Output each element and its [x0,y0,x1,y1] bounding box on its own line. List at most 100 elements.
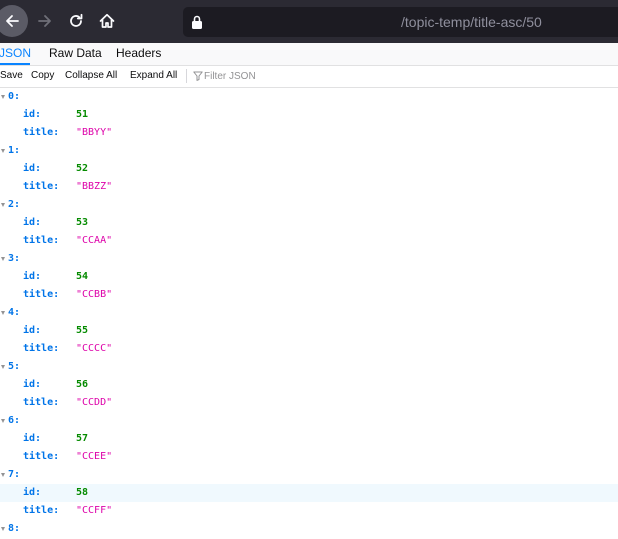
id-value: 53 [76,217,89,228]
browser-toolbar: /topic-temp/title-asc/50 [0,0,618,43]
tree-row-id[interactable]: id: 52 [0,160,618,178]
tree-row-index[interactable]: 5: [0,358,618,376]
tree-row-index[interactable]: 6: [0,412,618,430]
tree-row-id[interactable]: id: 54 [0,268,618,286]
id-value: 58 [76,487,89,498]
key-label: title: [23,235,60,246]
key-label: title: [23,397,60,408]
expand-toggle-icon[interactable] [1,304,7,322]
filter-icon [193,71,203,81]
tree-row-title[interactable]: title: "CCBB" [0,286,618,304]
tree-row-index[interactable]: 7: [0,466,618,484]
id-value: 55 [76,325,89,336]
expand-toggle-icon[interactable] [1,88,7,106]
title-value: "BBZZ" [76,181,113,192]
title-value: "CCBB" [76,289,113,300]
home-button[interactable] [92,6,122,36]
tree-row-title[interactable]: title: "BBYY" [0,124,618,142]
key-label: title: [23,343,60,354]
tab-json[interactable]: JSON [0,43,31,65]
toolbar-divider [186,69,187,83]
tree-row-index[interactable]: 3: [0,250,618,268]
tree-row-index[interactable]: 2: [0,196,618,214]
array-index: 5: [8,361,21,372]
copy-button[interactable]: Copy [31,66,54,87]
expand-toggle-icon[interactable] [1,412,7,430]
id-value: 51 [76,109,89,120]
expand-toggle-icon[interactable] [1,196,7,214]
tree-row-index[interactable]: 1: [0,142,618,160]
array-index: 2: [8,199,21,210]
key-label: title: [23,181,60,192]
address-bar[interactable]: /topic-temp/title-asc/50 [183,7,618,37]
id-value: 52 [76,163,89,174]
tree-row-id[interactable]: id: 51 [0,106,618,124]
tree-row-title[interactable]: title: "CCCC" [0,340,618,358]
key-label: id: [23,487,42,498]
array-index: 8: [8,523,21,534]
forward-button[interactable] [30,6,60,36]
array-index: 1: [8,145,21,156]
tree-row-id[interactable]: id: 55 [0,322,618,340]
tree-row-title[interactable]: title: "CCDD" [0,394,618,412]
array-index: 7: [8,469,21,480]
key-label: id: [23,163,42,174]
title-value: "CCAA" [76,235,113,246]
key-label: id: [23,325,42,336]
back-button[interactable] [0,5,28,37]
expand-toggle-icon[interactable] [1,520,7,538]
tree-row-title[interactable]: title: "CCAA" [0,232,618,250]
array-index: 4: [8,307,21,318]
tab-headers[interactable]: Headers [116,43,161,65]
expand-toggle-icon[interactable] [1,466,7,484]
save-button[interactable]: Save [0,66,23,87]
id-value: 57 [76,433,89,444]
title-value: "CCFF" [76,505,113,516]
tree-row-title[interactable]: title: "CCEE" [0,448,618,466]
expand-toggle-icon[interactable] [1,358,7,376]
title-value: "CCCC" [76,343,113,354]
expand-toggle-icon[interactable] [1,142,7,160]
url-text[interactable]: /topic-temp/title-asc/50 [401,14,542,30]
array-index: 6: [8,415,21,426]
arrow-right-icon [38,15,51,27]
arrow-left-icon [6,15,19,27]
tab-raw-data[interactable]: Raw Data [49,43,102,65]
key-label: id: [23,379,42,390]
title-value: "BBYY" [76,127,113,138]
array-index: 0: [8,91,21,102]
filter-json-input[interactable] [204,69,344,83]
key-label: title: [23,289,60,300]
key-label: title: [23,127,60,138]
key-label: id: [23,217,42,228]
key-label: id: [23,271,42,282]
title-value: "CCEE" [76,451,113,462]
key-label: title: [23,505,60,516]
viewer-tabs: JSON Raw Data Headers [0,43,618,66]
json-tree: 0: id: 51 title: "BBYY" 1: id: 52 title: "BB… [0,88,618,538]
tree-row-index[interactable]: 0: [0,88,618,106]
tree-row-index[interactable]: 4: [0,304,618,322]
array-index: 3: [8,253,21,264]
tree-row-id[interactable]: id: 53 [0,214,618,232]
key-label: id: [23,109,42,120]
tree-row-id-highlighted[interactable]: id: 58 [0,484,618,502]
tree-row-title[interactable]: title: "CCFF" [0,502,618,520]
tree-row-id[interactable]: id: 57 [0,430,618,448]
expand-all-button[interactable]: Expand All [130,66,177,87]
home-icon [99,13,115,28]
collapse-all-button[interactable]: Collapse All [65,66,117,87]
key-label: id: [23,433,42,444]
tree-row-id[interactable]: id: 56 [0,376,618,394]
key-label: title: [23,451,60,462]
reload-icon [70,13,83,27]
tree-row-index[interactable]: 8: [0,520,618,538]
tree-row-title[interactable]: title: "BBZZ" [0,178,618,196]
title-value: "CCDD" [76,397,113,408]
id-value: 54 [76,271,89,282]
lock-icon [192,15,202,29]
reload-button[interactable] [61,6,91,36]
id-value: 56 [76,379,89,390]
expand-toggle-icon[interactable] [1,250,7,268]
json-toolbar: Save Copy Collapse All Expand All [0,66,618,88]
